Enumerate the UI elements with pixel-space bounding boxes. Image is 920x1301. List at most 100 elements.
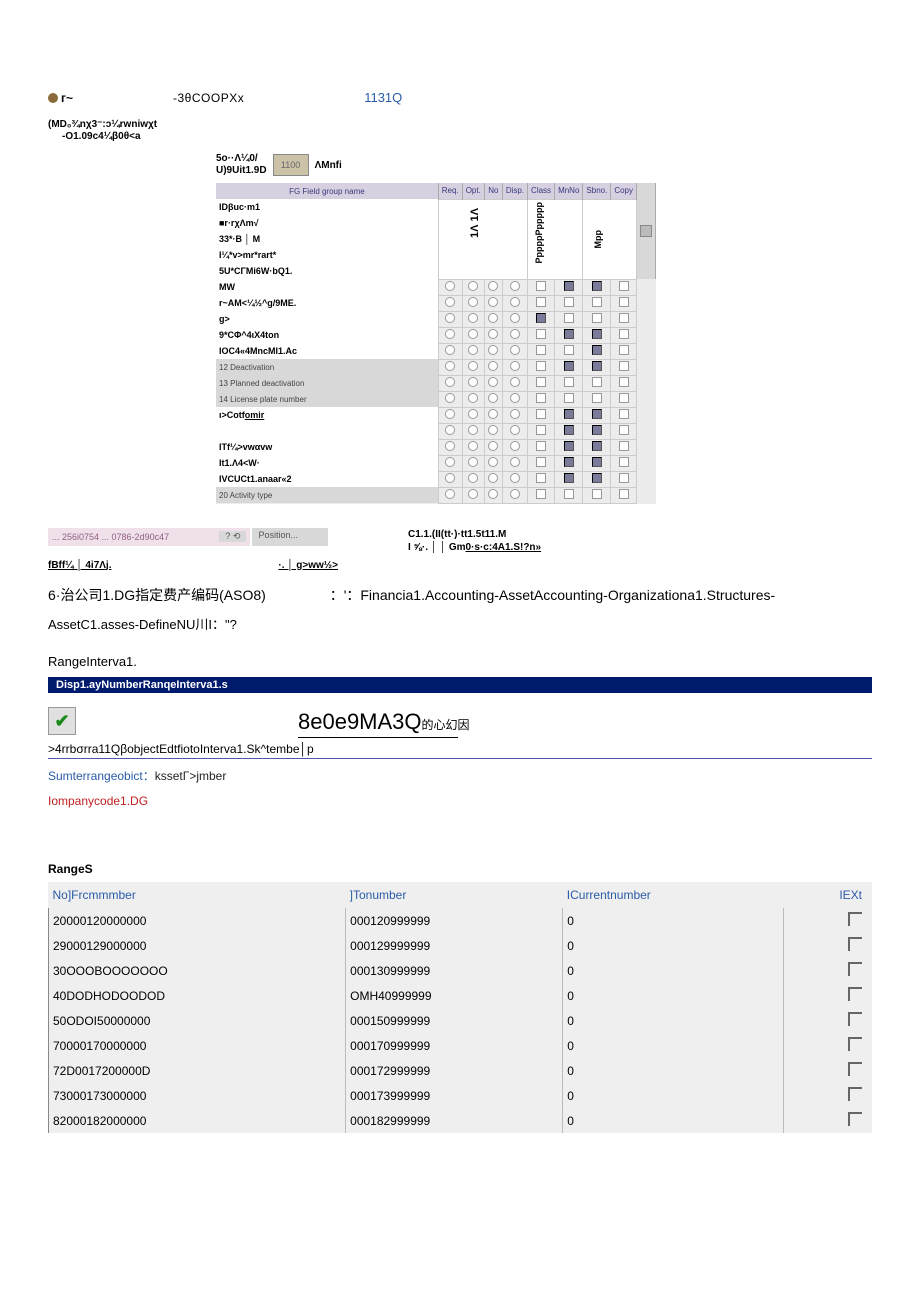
checkbox-cell[interactable] — [611, 295, 637, 311]
checkbox-cell[interactable] — [611, 359, 637, 375]
checkbox-cell[interactable] — [611, 391, 637, 407]
checkbox-cell[interactable] — [462, 391, 484, 407]
checkbox-cell[interactable] — [611, 375, 637, 391]
checkbox-cell[interactable] — [462, 407, 484, 423]
status-icons[interactable]: ? ⟲ — [219, 531, 246, 542]
checkbox-cell[interactable] — [528, 423, 555, 439]
checkbox-cell[interactable] — [583, 423, 611, 439]
checkbox-cell[interactable] — [462, 343, 484, 359]
checkbox-cell[interactable] — [555, 455, 583, 471]
checkbox-cell[interactable] — [611, 439, 637, 455]
checkbox-cell[interactable] — [555, 343, 583, 359]
checkbox-cell[interactable] — [555, 471, 583, 487]
checkbox-cell[interactable] — [611, 407, 637, 423]
checkbox-cell[interactable] — [611, 471, 637, 487]
checkbox-cell[interactable] — [555, 295, 583, 311]
checkbox-cell[interactable] — [502, 295, 527, 311]
scroll-up-icon[interactable] — [640, 225, 652, 237]
checkbox-cell[interactable] — [438, 279, 462, 295]
checkbox-cell[interactable] — [438, 407, 462, 423]
checkbox-cell[interactable] — [502, 343, 527, 359]
ext-cell[interactable] — [784, 1108, 872, 1133]
checkbox-cell[interactable] — [484, 471, 502, 487]
checkbox-cell[interactable] — [528, 327, 555, 343]
checkbox-cell[interactable] — [484, 311, 502, 327]
ext-cell[interactable] — [784, 1058, 872, 1083]
checkbox-cell[interactable] — [583, 327, 611, 343]
checkbox-cell[interactable] — [438, 343, 462, 359]
checkbox-cell[interactable] — [484, 343, 502, 359]
checkbox-cell[interactable] — [462, 375, 484, 391]
checkbox-cell[interactable] — [528, 407, 555, 423]
checkbox-cell[interactable] — [611, 423, 637, 439]
checkbox-cell[interactable] — [611, 487, 637, 503]
checkbox-cell[interactable] — [528, 343, 555, 359]
checkbox-cell[interactable] — [583, 471, 611, 487]
checkbox-cell[interactable] — [462, 439, 484, 455]
checkbox-cell[interactable] — [502, 439, 527, 455]
ext-cell[interactable] — [784, 1033, 872, 1058]
checkbox-cell[interactable] — [583, 391, 611, 407]
checkbox-cell[interactable] — [438, 375, 462, 391]
ext-cell[interactable] — [784, 1083, 872, 1108]
checkbox-cell[interactable] — [528, 487, 555, 503]
checkbox-cell[interactable] — [611, 455, 637, 471]
checkbox-cell[interactable] — [502, 375, 527, 391]
checkbox-cell[interactable] — [484, 359, 502, 375]
checkbox-cell[interactable] — [438, 423, 462, 439]
checkbox-cell[interactable] — [611, 279, 637, 295]
checkbox-cell[interactable] — [555, 487, 583, 503]
checkbox-cell[interactable] — [502, 455, 527, 471]
checkbox-cell[interactable] — [502, 327, 527, 343]
checkbox-cell[interactable] — [502, 391, 527, 407]
checkbox-cell[interactable] — [438, 471, 462, 487]
checkbox-cell[interactable] — [438, 455, 462, 471]
checkbox-cell[interactable] — [438, 391, 462, 407]
checkbox-cell[interactable] — [438, 311, 462, 327]
checkbox-cell[interactable] — [502, 423, 527, 439]
checkbox-cell[interactable] — [528, 311, 555, 327]
checkbox-cell[interactable] — [484, 455, 502, 471]
checkbox-cell[interactable] — [484, 423, 502, 439]
checkbox-cell[interactable] — [583, 311, 611, 327]
ext-cell[interactable] — [784, 1008, 872, 1033]
checkbox-cell[interactable] — [462, 279, 484, 295]
checkbox-cell[interactable] — [484, 487, 502, 503]
checkbox-cell[interactable] — [462, 295, 484, 311]
checkbox-cell[interactable] — [462, 327, 484, 343]
checkbox-cell[interactable] — [528, 455, 555, 471]
ext-cell[interactable] — [784, 933, 872, 958]
checkbox-cell[interactable] — [502, 311, 527, 327]
checkbox-cell[interactable] — [484, 375, 502, 391]
checkbox-cell[interactable] — [484, 279, 502, 295]
checkbox-cell[interactable] — [528, 471, 555, 487]
checkbox-cell[interactable] — [555, 375, 583, 391]
checkbox-cell[interactable] — [583, 407, 611, 423]
checkbox-cell[interactable] — [528, 439, 555, 455]
checkbox-cell[interactable] — [462, 487, 484, 503]
checkbox-cell[interactable] — [462, 311, 484, 327]
checkbox-cell[interactable] — [555, 279, 583, 295]
checkbox-cell[interactable] — [484, 327, 502, 343]
checkbox-cell[interactable] — [583, 359, 611, 375]
mid-link-right[interactable]: ·. │ g>ww½> — [278, 560, 338, 571]
checkbox-cell[interactable] — [583, 295, 611, 311]
ext-cell[interactable] — [784, 983, 872, 1008]
checkbox-cell[interactable] — [583, 455, 611, 471]
mid-link-left[interactable]: fBff¼ │ 4i7Λj. — [48, 560, 112, 571]
checkbox-cell[interactable] — [438, 295, 462, 311]
checkbox-cell[interactable] — [502, 487, 527, 503]
checkbox-cell[interactable] — [484, 407, 502, 423]
checkbox-cell[interactable] — [555, 327, 583, 343]
checkbox-cell[interactable] — [462, 423, 484, 439]
checkbox-cell[interactable] — [484, 439, 502, 455]
checkbox-cell[interactable] — [462, 471, 484, 487]
checkbox-cell[interactable] — [555, 359, 583, 375]
checkbox-cell[interactable] — [528, 391, 555, 407]
checkbox-cell[interactable] — [611, 311, 637, 327]
checkbox-cell[interactable] — [462, 455, 484, 471]
checkbox-cell[interactable] — [555, 423, 583, 439]
checkbox-cell[interactable] — [528, 295, 555, 311]
position-button[interactable]: Position... — [252, 528, 328, 546]
checkbox-cell[interactable] — [583, 439, 611, 455]
